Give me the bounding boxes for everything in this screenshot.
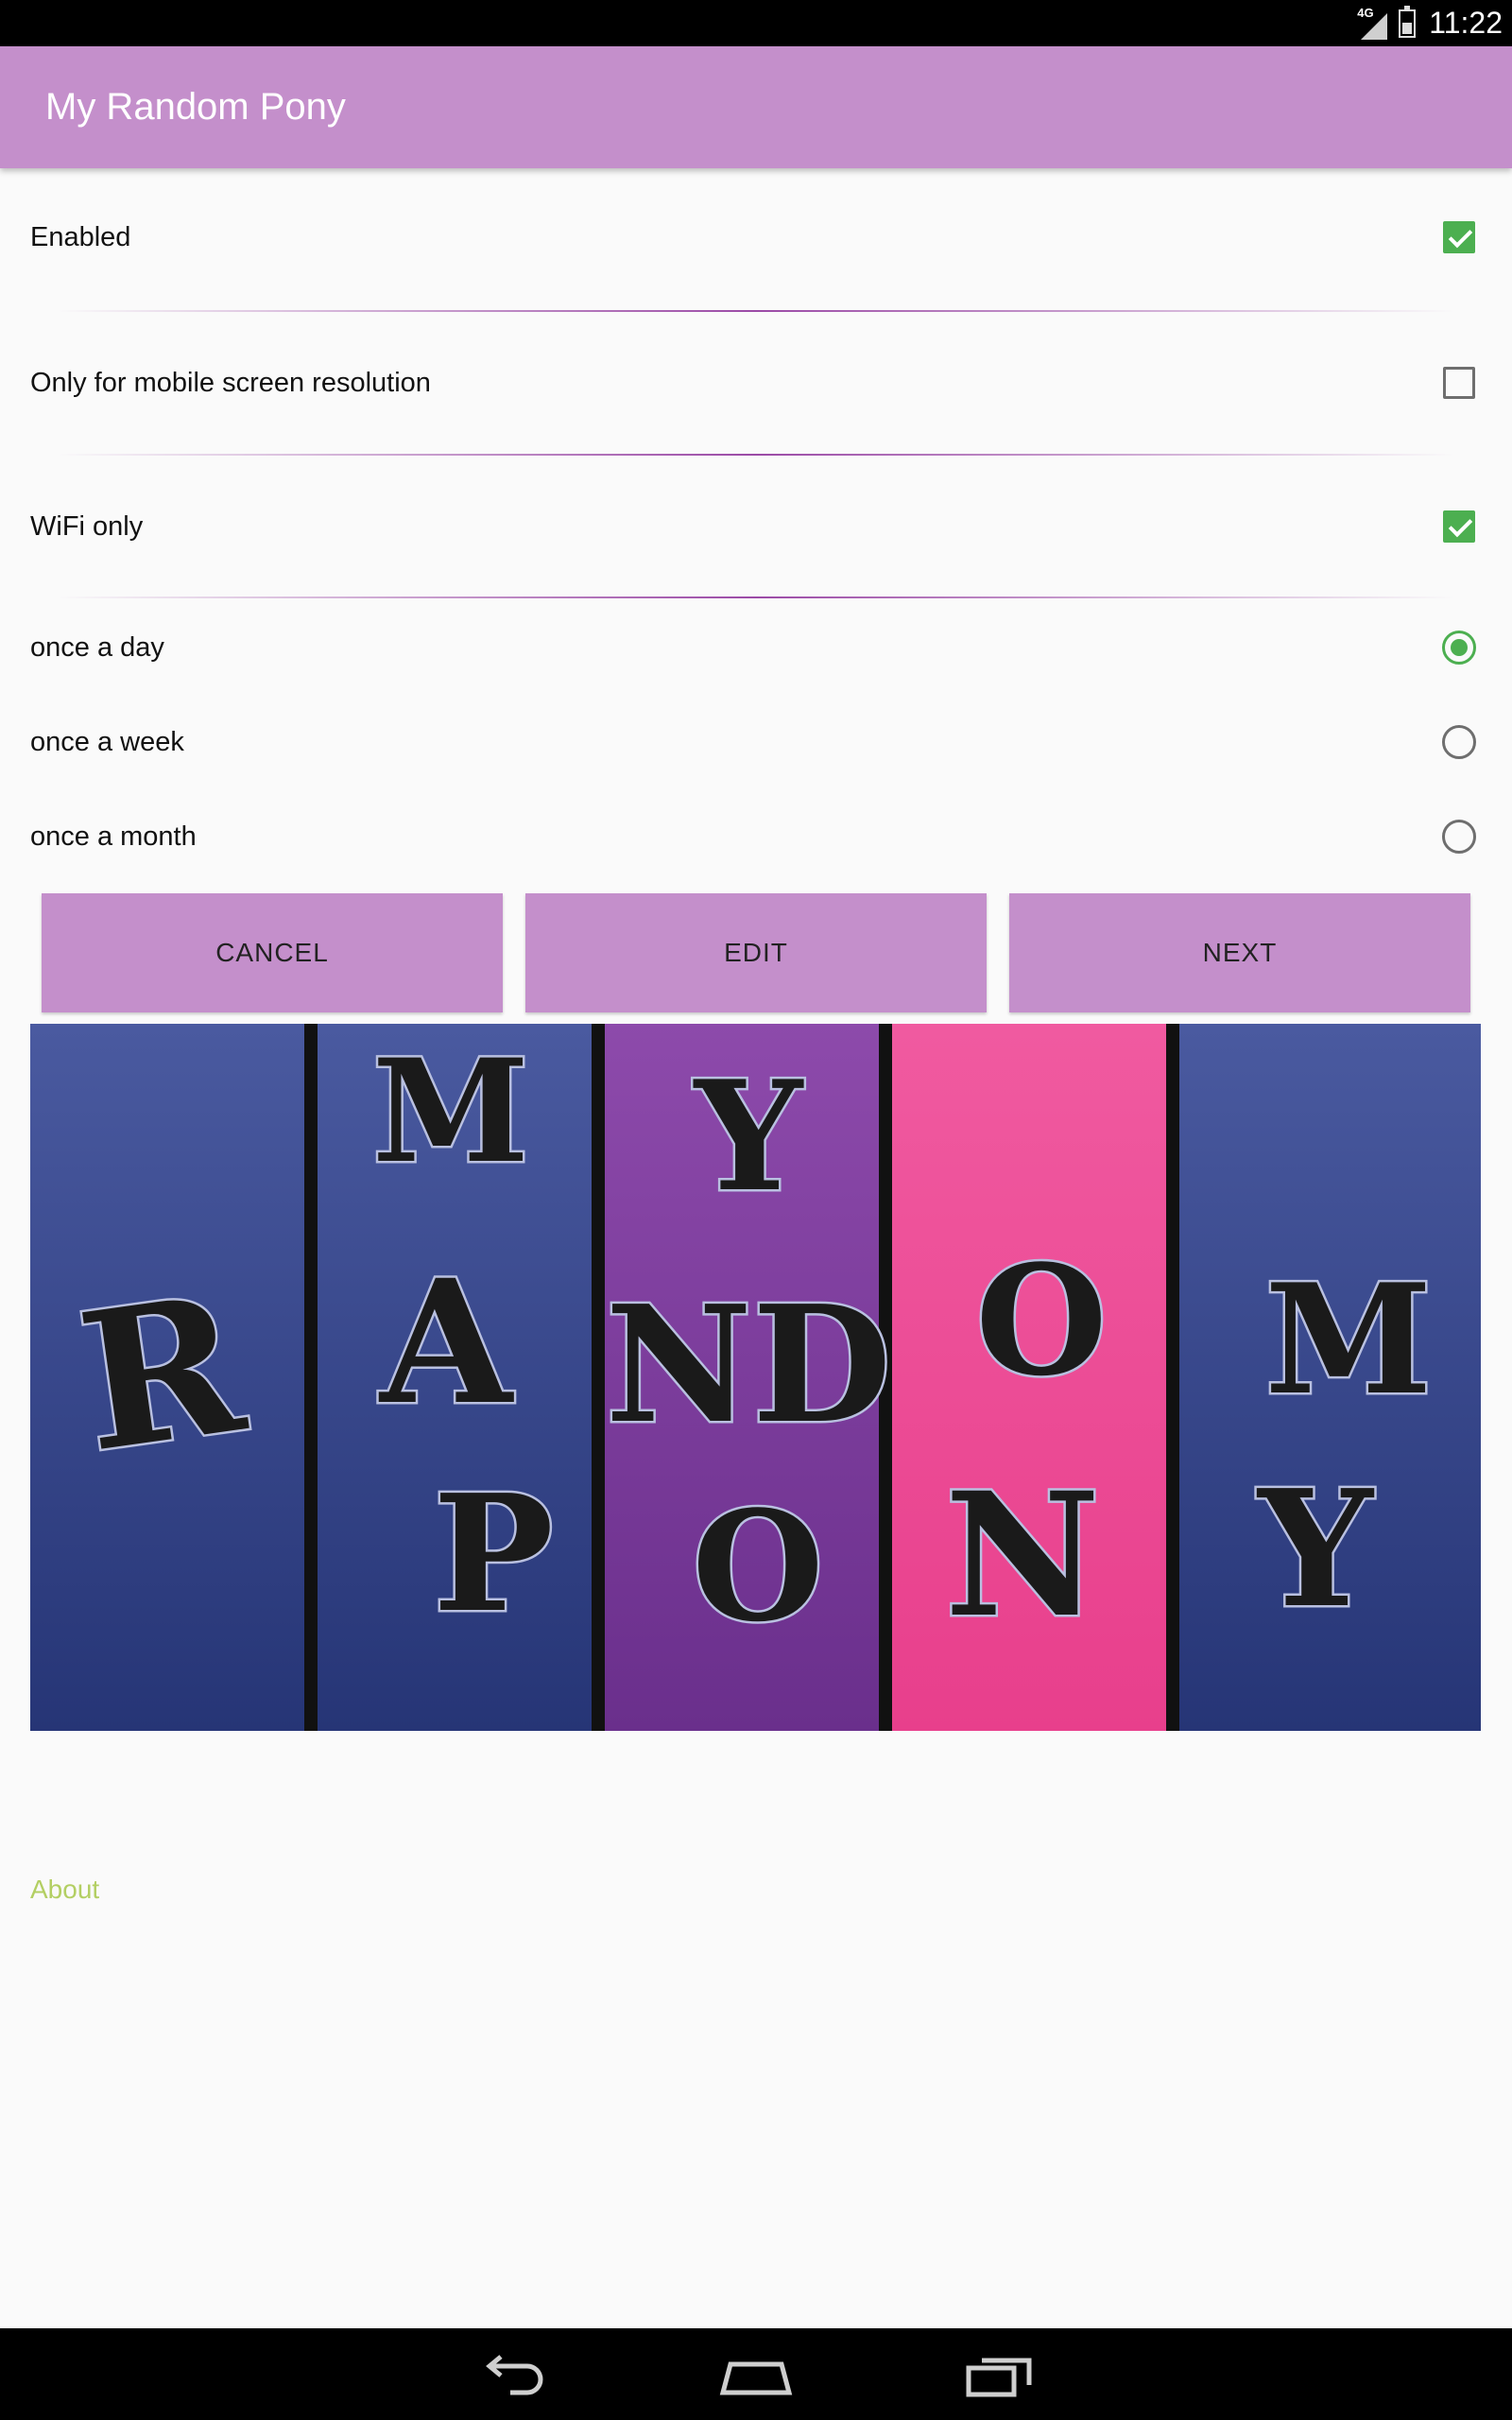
recents-icon[interactable] [959,2347,1044,2404]
battery-icon [1399,5,1417,38]
radio-label: once a month [30,821,197,852]
divider [57,596,1455,598]
svg-text:M: M [1264,1251,1432,1428]
next-button[interactable]: NEXT [1009,893,1470,1012]
radio-once-a-month[interactable]: once a month [0,804,1512,870]
svg-text:O: O [692,1478,823,1655]
about-link[interactable]: About [30,1875,99,1905]
wifi-only-row[interactable]: WiFi only [0,493,1512,560]
signal-icon: 4G [1357,5,1388,40]
radio-button[interactable] [1442,725,1476,759]
button-bar: CANCEL EDIT NEXT [0,893,1512,1012]
app-bar: My Random Pony [0,46,1512,168]
svg-text:ND: ND [606,1270,892,1460]
svg-text:R: R [68,1253,256,1495]
enabled-label: Enabled [30,221,131,252]
app-title: My Random Pony [45,86,346,128]
svg-text:O: O [975,1232,1107,1409]
radio-once-a-week[interactable]: once a week [0,709,1512,775]
cancel-button[interactable]: CANCEL [42,893,503,1012]
radio-label: once a day [30,631,164,663]
radio-label: once a week [30,726,184,757]
enabled-checkbox[interactable] [1443,221,1475,253]
navigation-bar [0,2328,1512,2420]
mobile-only-row[interactable]: Only for mobile screen resolution [0,350,1512,416]
svg-text:Y: Y [1256,1455,1374,1644]
svg-text:N: N [945,1456,1101,1655]
radio-once-a-day[interactable]: once a day [0,614,1512,681]
mobile-only-checkbox[interactable] [1443,367,1475,399]
svg-text:P: P [433,1460,554,1649]
my-random-pony-banner: R M A P Y ND O O N M Y [30,1024,1481,1731]
divider [57,454,1455,456]
svg-text:A: A [378,1243,514,1443]
status-bar: 4G 11:22 [0,0,1512,46]
edit-button[interactable]: EDIT [525,893,987,1012]
back-icon[interactable] [472,2347,558,2404]
svg-text:M: M [372,1028,529,1195]
wifi-only-checkbox[interactable] [1443,510,1475,543]
enabled-row[interactable]: Enabled [0,204,1512,270]
svg-text:Y: Y [693,1047,804,1225]
home-icon[interactable] [713,2347,799,2404]
wifi-only-label: WiFi only [30,510,144,542]
network-type: 4G [1357,5,1374,20]
radio-button[interactable] [1442,631,1476,665]
clock: 11:22 [1429,6,1503,40]
mobile-only-label: Only for mobile screen resolution [30,367,431,398]
radio-button[interactable] [1442,820,1476,854]
divider [57,310,1455,312]
